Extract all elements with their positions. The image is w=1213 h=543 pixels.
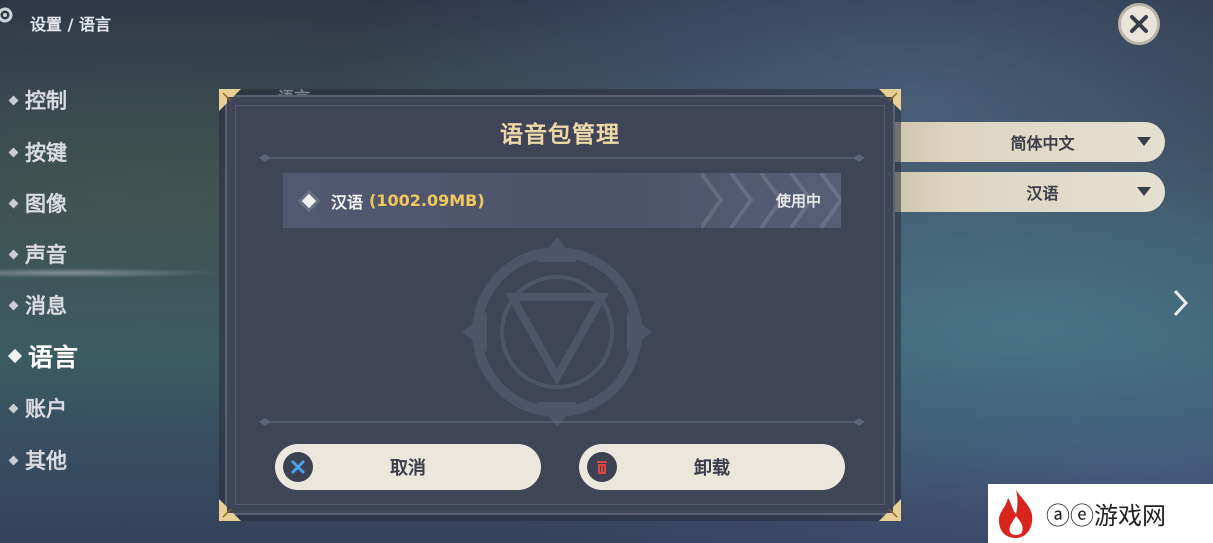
sidebar-item-label: 其他 xyxy=(25,449,67,473)
diamond-bullet-icon xyxy=(7,348,23,364)
settings-gear-icon xyxy=(0,4,16,26)
corner-ornament-icon xyxy=(879,499,901,521)
text-language-dropdown[interactable]: 简体中文 xyxy=(860,122,1165,162)
voice-pack-modal: 语音包管理 汉语 (1002.09MB) 使用中 取消 卸载 xyxy=(219,89,901,521)
caret-down-icon xyxy=(1137,187,1151,196)
diamond-bullet-icon xyxy=(8,300,19,310)
close-button[interactable] xyxy=(1118,3,1160,45)
corner-ornament-icon xyxy=(219,89,241,111)
emblem-watermark-icon xyxy=(462,237,652,427)
voice-pack-status: 使用中 xyxy=(775,192,821,210)
voice-language-dropdown[interactable]: 汉语 xyxy=(860,172,1165,212)
sidebar-item-label: 账户 xyxy=(25,397,67,421)
sidebar-item-language[interactable]: 语言 xyxy=(7,340,79,372)
sidebar-item-label: 按键 xyxy=(25,141,67,165)
sidebar-item-controls[interactable]: 控制 xyxy=(8,84,67,116)
trash-icon xyxy=(597,461,607,474)
voice-pack-name: 汉语 xyxy=(331,192,364,212)
close-icon xyxy=(1130,15,1148,33)
bottom-divider xyxy=(259,418,865,426)
dropdown-value: 简体中文 xyxy=(1010,134,1075,153)
selected-diamond-icon xyxy=(301,193,317,208)
sidebar-item-graphics[interactable]: 图像 xyxy=(8,187,67,219)
voice-pack-size: (1002.09MB) xyxy=(369,191,485,210)
dropdown-value: 汉语 xyxy=(1026,184,1059,203)
cancel-icon-badge xyxy=(283,452,313,482)
diamond-bullet-icon xyxy=(8,403,19,413)
voice-pack-row[interactable]: 汉语 (1002.09MB) 使用中 xyxy=(283,173,841,228)
sidebar-item-account[interactable]: 账户 xyxy=(8,392,67,424)
sidebar-item-label: 语言 xyxy=(28,343,79,372)
x-icon xyxy=(291,460,305,474)
sidebar-item-label: 声音 xyxy=(25,243,67,267)
corner-ornament-icon xyxy=(219,499,241,521)
chevron-right-icon xyxy=(1173,289,1189,317)
cancel-label: 取消 xyxy=(390,458,426,479)
uninstall-button[interactable]: 卸载 xyxy=(579,444,845,490)
diamond-bullet-icon xyxy=(8,455,19,465)
diamond-bullet-icon xyxy=(8,147,19,157)
uninstall-label: 卸载 xyxy=(694,458,730,479)
corner-ornament-icon xyxy=(879,89,901,111)
uninstall-icon-badge xyxy=(587,452,617,482)
diamond-bullet-icon xyxy=(8,249,19,259)
diamond-bullet-icon xyxy=(8,198,19,208)
sidebar-item-label: 控制 xyxy=(25,89,67,113)
flame-logo-icon xyxy=(998,489,1033,538)
watermark-text: ⓐⓔ游戏网 xyxy=(1046,502,1166,530)
sidebar-item-label: 图像 xyxy=(25,192,67,216)
diamond-bullet-icon xyxy=(8,95,19,105)
caret-down-icon xyxy=(1137,137,1151,146)
site-watermark: ⓐⓔ游戏网 xyxy=(988,484,1213,543)
sidebar-item-audio[interactable]: 声音 xyxy=(8,238,67,270)
sidebar-item-label: 消息 xyxy=(25,294,67,318)
cancel-button[interactable]: 取消 xyxy=(275,444,541,490)
sidebar-item-notifications[interactable]: 消息 xyxy=(8,289,67,321)
breadcrumb: 设置 / 语言 xyxy=(30,15,111,34)
sidebar-item-other[interactable]: 其他 xyxy=(8,444,67,476)
modal-title: 语音包管理 xyxy=(500,122,620,148)
top-divider xyxy=(259,154,865,162)
sidebar-item-keybinds[interactable]: 按键 xyxy=(8,136,67,168)
next-page-arrow[interactable] xyxy=(1170,288,1190,318)
